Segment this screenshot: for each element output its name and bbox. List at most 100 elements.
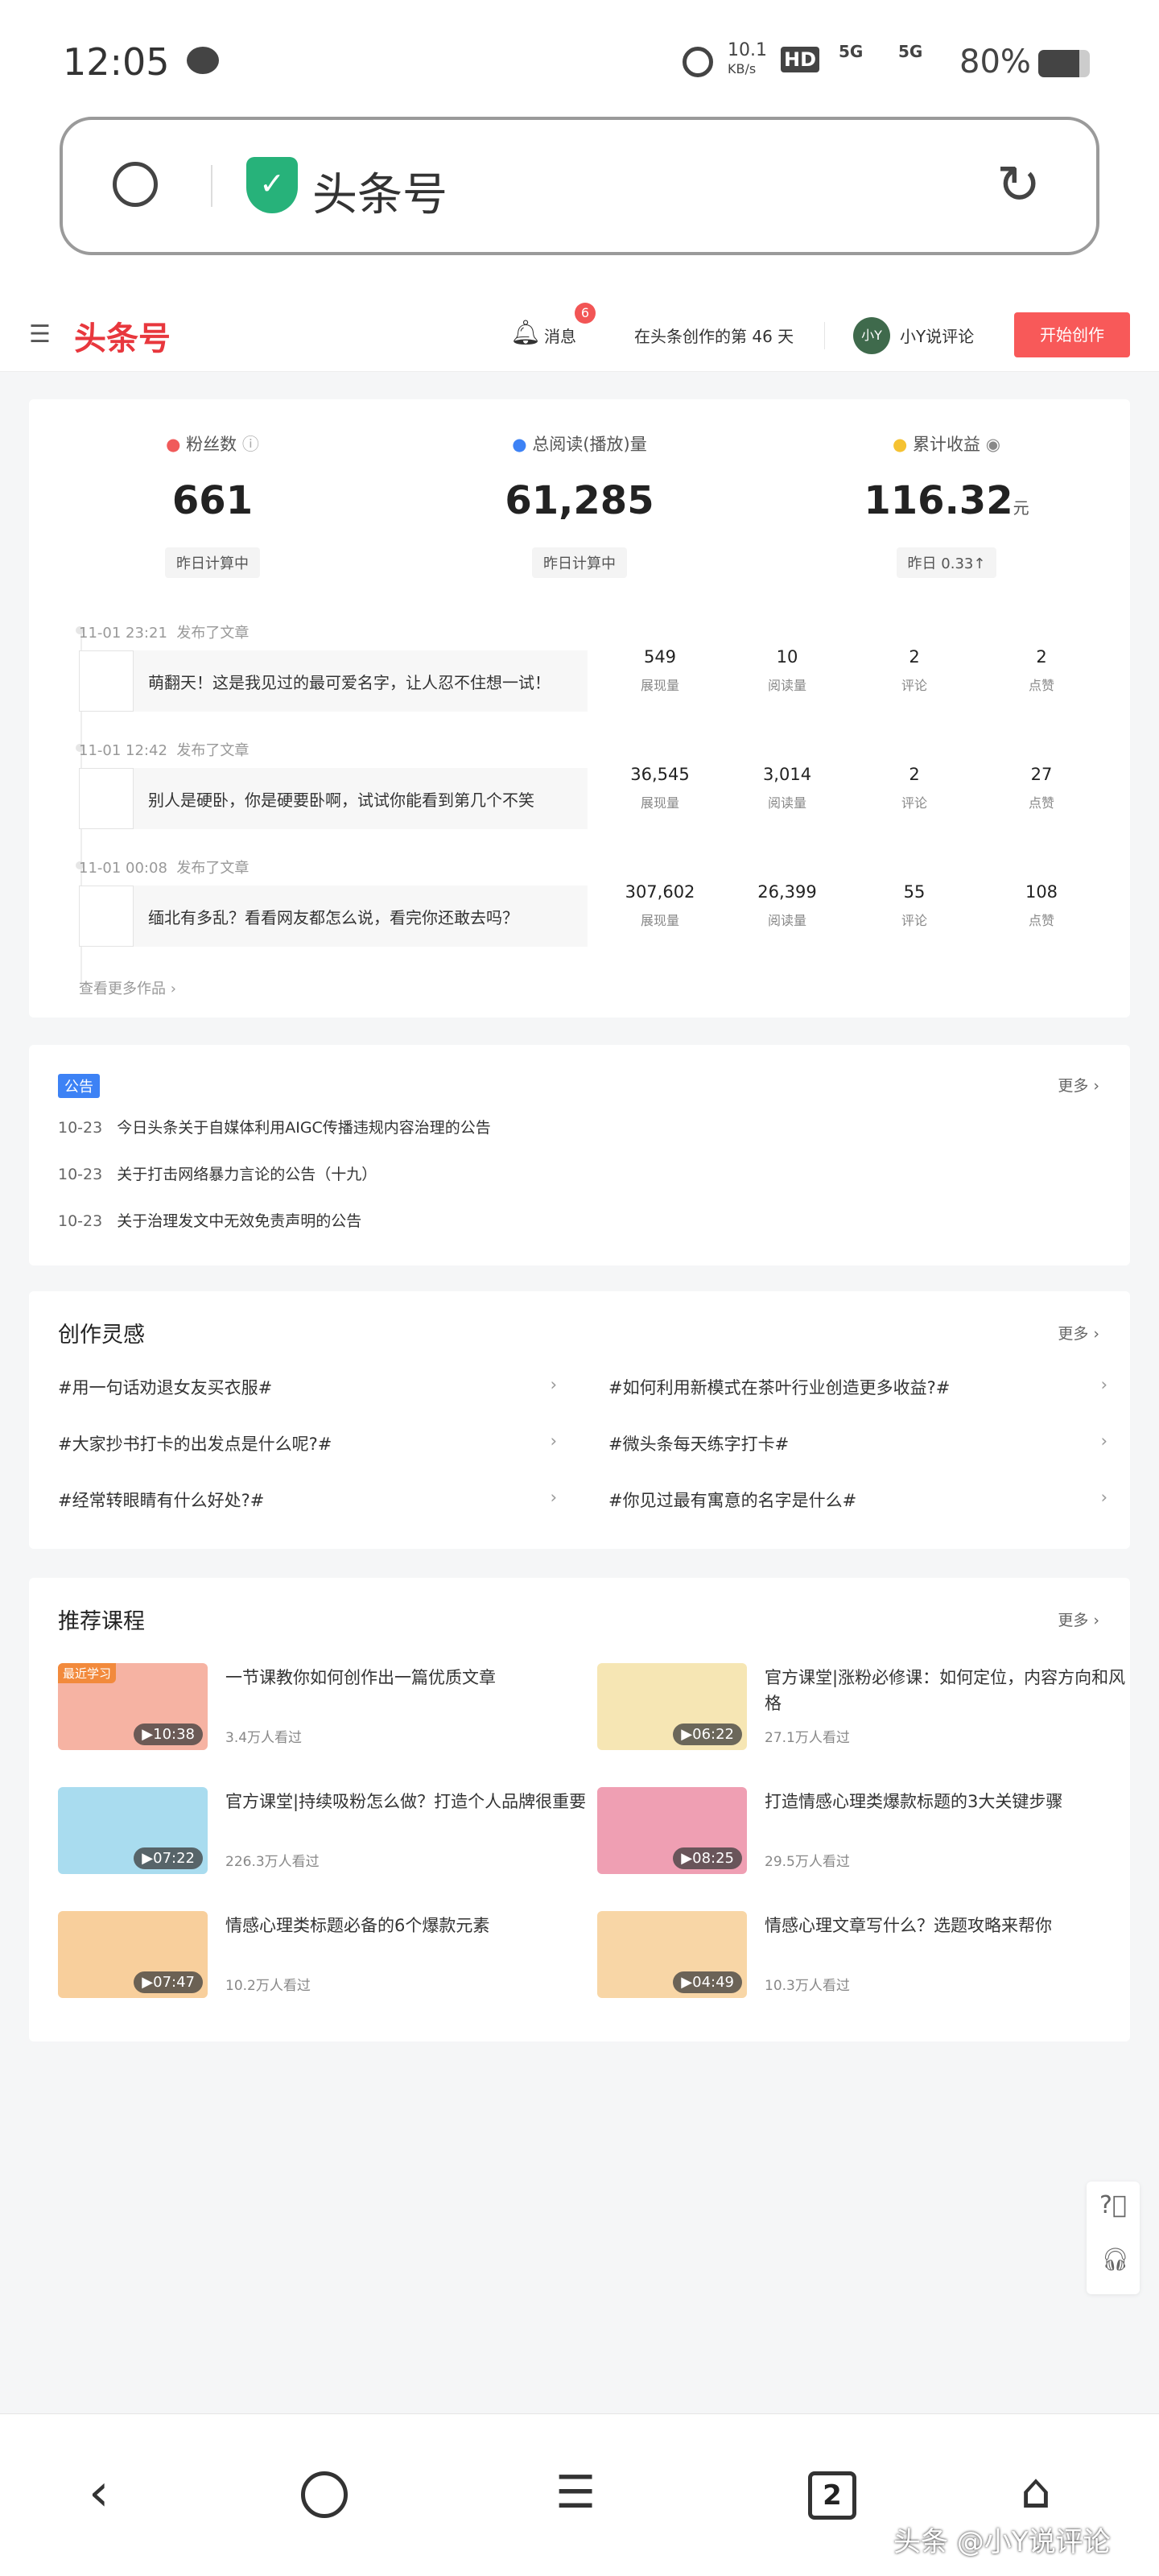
help-icon[interactable]: ?⃝ — [1099, 2191, 1127, 2219]
stat-value: 661 — [171, 478, 254, 523]
course-views: 10.3万人看过 — [765, 1978, 850, 1994]
more-link[interactable]: 更多 › — [1058, 1322, 1099, 1344]
stat-label: 粉丝数 — [186, 435, 237, 454]
tabs-button[interactable]: 2 — [808, 2471, 856, 2520]
topic-item[interactable]: #大家抄书打卡的出发点是什么呢?# › — [58, 1431, 557, 1455]
help-icon[interactable]: ⓘ — [242, 435, 259, 454]
course-thumbnail: ▶07:22 — [58, 1787, 208, 1874]
topic-item[interactable]: #微头条每天练字打卡# › — [608, 1431, 1107, 1455]
headset-icon[interactable]: 🎧︎ — [1101, 2246, 1130, 2273]
article-item[interactable]: 11-01 12:42 发布了文章 别人是硬卧，你是硬要卧啊，试试你能看到第几个… — [76, 739, 1125, 857]
alarm-icon — [683, 47, 713, 77]
bell-icon[interactable]: 🔔︎ — [510, 319, 541, 347]
article-link[interactable]: 萌翻天！这是我见过的最可爱名字，让人忍不住想一试！ — [79, 650, 588, 712]
more-link[interactable]: 更多 › — [1058, 1608, 1099, 1630]
article-link[interactable]: 缅北有多乱？看看网友都怎么说，看完你还敢去吗？ — [79, 886, 588, 947]
clock: 12:05 — [63, 40, 170, 84]
stat-reads[interactable]: ● 总阅读(播放)量 61,285 昨日计算中 — [396, 431, 763, 578]
courses-card: 推荐课程 更多 › 最近学习 ▶10:38 一节课教你如何创作出一篇优质文章 3.… — [29, 1578, 1130, 2041]
article-title: 萌翻天！这是我见过的最可爱名字，让人忍不住想一试！ — [148, 672, 551, 692]
topic-item[interactable]: #用一句话劝退女友买衣服# › — [58, 1375, 557, 1399]
article-metric: 55 评论 — [901, 882, 927, 928]
article-item[interactable]: 11-01 00:08 发布了文章 缅北有多乱？看看网友都怎么说，看完你还敢去吗… — [76, 857, 1125, 974]
battery-level: 80% — [959, 43, 1031, 80]
course-title: 打造情感心理类爆款标题的3大关键步骤 — [765, 1792, 1063, 1811]
topic-item[interactable]: #如何利用新模式在茶叶行业创造更多收益?# › — [608, 1375, 1107, 1399]
article-metric: 2 评论 — [901, 765, 927, 811]
topic-item[interactable]: #经常转眼睛有什么好处?# › — [58, 1488, 557, 1512]
course-item[interactable]: ▶07:47 情感心理类标题必备的6个爆款元素 10.2万人看过 — [58, 1911, 605, 1998]
article-metric: 549 展现量 — [640, 647, 679, 693]
course-item[interactable]: ▶06:22 官方课堂|涨粉必修课：如何定位，内容方向和风格 27.1万人看过 — [597, 1663, 1145, 1750]
duration: ▶07:22 — [134, 1847, 203, 1869]
view-more-works-link[interactable]: 查看更多作品 › — [79, 977, 176, 998]
course-views: 29.5万人看过 — [765, 1854, 850, 1870]
course-thumbnail: ▶04:49 — [597, 1911, 747, 1998]
stat-fans[interactable]: ● 粉丝数 ⓘ 661 昨日计算中 — [29, 431, 396, 578]
duration: ▶04:49 — [673, 1971, 742, 1993]
address-bar[interactable]: ✓ 头条号 ↻ — [60, 117, 1099, 255]
course-views: 3.4万人看过 — [225, 1730, 303, 1746]
status-bar: 12:05 10.1 KB/s HD 5G 5G 80% — [0, 0, 1159, 121]
url-title: 头条号 — [312, 169, 448, 221]
course-title: 官方课堂|涨粉必修课：如何定位，内容方向和风格 — [765, 1668, 1126, 1713]
announcement-item[interactable]: 10-23 关于打击网络暴力言论的公告（十九） — [58, 1162, 377, 1184]
course-thumbnail: 最近学习 ▶10:38 — [58, 1663, 208, 1750]
chevron-right-icon: › — [550, 1375, 557, 1394]
avatar[interactable]: 小Y — [853, 317, 890, 354]
messages-link[interactable]: 消息 — [544, 324, 576, 347]
article-metric: 27 点赞 — [1028, 765, 1054, 811]
course-item[interactable]: ▶04:49 情感心理文章写什么？选题攻略来帮你 10.3万人看过 — [597, 1911, 1145, 1998]
announcement-item[interactable]: 10-23 今日头条关于自媒体利用AIGC传播违规内容治理的公告 — [58, 1116, 491, 1137]
article-metric: 2 点赞 — [1028, 647, 1054, 693]
menu-icon[interactable]: ☰ — [555, 2467, 596, 2519]
username[interactable]: 小Y说评论 — [900, 324, 974, 347]
divider — [824, 322, 825, 349]
user-icon: ● — [166, 435, 181, 454]
course-item[interactable]: 最近学习 ▶10:38 一节课教你如何创作出一篇优质文章 3.4万人看过 — [58, 1663, 605, 1750]
stat-label: 总阅读(播放)量 — [532, 435, 647, 454]
creation-days: 在头条创作的第 46 天 — [634, 327, 794, 346]
article-item[interactable]: 11-01 23:21 发布了文章 萌翻天！这是我见过的最可爱名字，让人忍不住想… — [76, 621, 1125, 739]
stat-income[interactable]: ● 累计收益 ◉ 116.32元 昨日 0.33↑ — [763, 431, 1130, 578]
article-link[interactable]: 别人是硬卧，你是硬要卧啊，试试你能看到第几个不笑 — [79, 768, 588, 829]
chevron-right-icon: › — [1100, 1431, 1107, 1451]
section-title: 创作灵感 — [58, 1323, 145, 1348]
article-title: 缅北有多乱？看看网友都怎么说，看完你还敢去吗？ — [148, 907, 518, 927]
shield-check-icon: ✓ — [246, 157, 298, 213]
article-thumbnail — [79, 650, 134, 712]
net-speed: 10.1 KB/s — [728, 40, 767, 77]
announcement-card: 公告 更多 › 10-23 今日头条关于自媒体利用AIGC传播违规内容治理的公告 … — [29, 1045, 1130, 1265]
course-views: 226.3万人看过 — [225, 1854, 320, 1870]
site-header: ☰ 头条号 🔔︎ 消息 6 在头条创作的第 46 天 小Y 小Y说评论 开始创作 — [0, 298, 1159, 372]
chevron-right-icon: › — [1100, 1488, 1107, 1507]
article-thumbnail — [79, 768, 134, 829]
duration: ▶10:38 — [134, 1724, 203, 1745]
menu-icon[interactable]: ☰ — [29, 320, 51, 349]
more-link[interactable]: 更多 › — [1058, 1074, 1099, 1096]
wechat-icon — [187, 47, 219, 74]
back-icon[interactable]: ‹ — [89, 2463, 109, 2523]
article-metric: 2 评论 — [901, 647, 927, 693]
announcement-item[interactable]: 10-23 关于治理发文中无效免责声明的公告 — [58, 1209, 361, 1231]
unit: 元 — [1013, 498, 1029, 518]
search-icon[interactable] — [301, 2471, 348, 2518]
article-time: 11-01 12:42 发布了文章 — [79, 742, 250, 759]
search-icon[interactable] — [113, 162, 158, 207]
chevron-right-icon: › — [1100, 1375, 1107, 1394]
course-item[interactable]: ▶07:22 官方课堂|持续吸粉怎么做？打造个人品牌很重要 226.3万人看过 — [58, 1787, 605, 1874]
course-thumbnail: ▶07:47 — [58, 1911, 208, 1998]
course-item[interactable]: ▶08:25 打造情感心理类爆款标题的3大关键步骤 29.5万人看过 — [597, 1787, 1145, 1874]
watermark: 头条 @小Y说评论 — [893, 2526, 1111, 2558]
stat-sub: 昨日 0.33↑ — [896, 547, 997, 578]
eye-icon[interactable]: ◉ — [986, 435, 1000, 454]
duration: ▶07:47 — [134, 1971, 203, 1993]
section-title: 推荐课程 — [58, 1609, 145, 1634]
home-icon[interactable]: ⌂ — [1021, 2463, 1051, 2520]
topic-item[interactable]: #你见过最有寓意的名字是什么# › — [608, 1488, 1107, 1512]
article-metric: 3,014 阅读量 — [762, 765, 812, 811]
article-time: 11-01 23:21 发布了文章 — [79, 625, 250, 642]
reload-icon[interactable]: ↻ — [996, 159, 1041, 212]
logo[interactable]: 头条号 — [74, 312, 171, 359]
start-create-button[interactable]: 开始创作 — [1014, 312, 1130, 357]
